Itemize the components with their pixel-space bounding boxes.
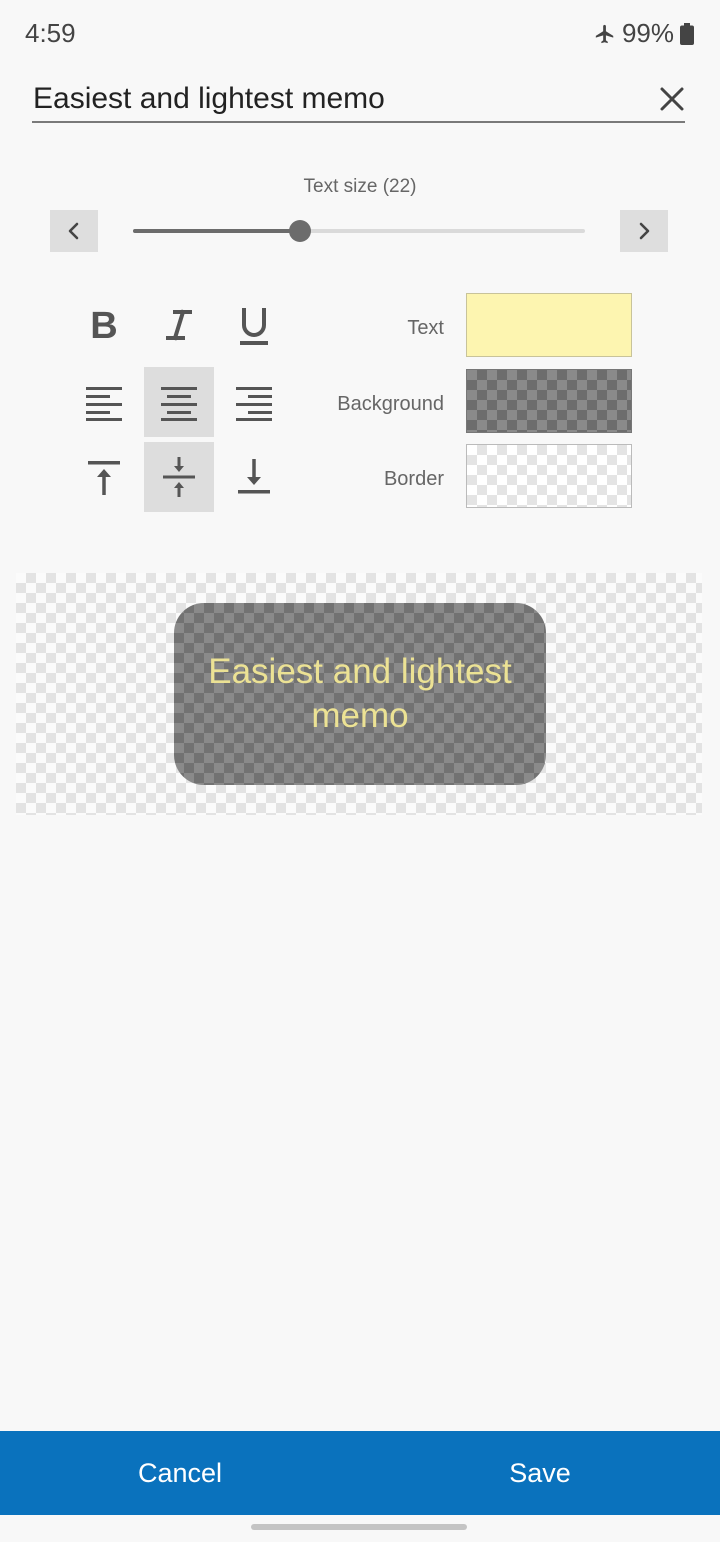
memo-editor-screen: 4:59 99% Text size (22) B bbox=[0, 0, 720, 1542]
text-size-slider-thumb[interactable] bbox=[289, 220, 312, 242]
align-right-icon bbox=[236, 387, 272, 421]
text-size-slider[interactable] bbox=[133, 220, 585, 242]
text-color-label: Text bbox=[407, 317, 444, 339]
border-color-label: Border bbox=[383, 468, 444, 490]
memo-preview-bubble: Easiest and lightest memo bbox=[174, 603, 546, 785]
memo-title-input[interactable] bbox=[33, 80, 613, 118]
bold-button[interactable]: B bbox=[69, 290, 139, 360]
text-size-decrease-button[interactable] bbox=[50, 210, 98, 252]
align-bottom-button[interactable] bbox=[219, 442, 289, 512]
align-middle-button[interactable] bbox=[144, 442, 214, 512]
align-center-icon bbox=[161, 387, 197, 421]
svg-text:B: B bbox=[90, 305, 117, 345]
memo-preview-text: Easiest and lightest memo bbox=[208, 652, 512, 735]
bold-icon: B bbox=[90, 305, 117, 345]
align-left-button[interactable] bbox=[69, 367, 139, 437]
save-button[interactable]: Save bbox=[360, 1431, 720, 1515]
underline-button[interactable] bbox=[219, 290, 289, 360]
memo-preview-area: Easiest and lightest memo bbox=[16, 573, 702, 815]
text-size-increase-button[interactable] bbox=[620, 210, 668, 252]
background-color-label: Background bbox=[337, 393, 444, 415]
airplane-mode-icon bbox=[595, 24, 614, 43]
close-icon[interactable] bbox=[655, 82, 689, 116]
battery-percentage: 99% bbox=[621, 18, 674, 48]
align-middle-icon bbox=[163, 457, 195, 497]
title-input-underline bbox=[32, 121, 685, 123]
status-indicators: 99% bbox=[594, 18, 694, 49]
border-color-swatch[interactable] bbox=[466, 444, 632, 508]
home-indicator[interactable] bbox=[251, 1524, 467, 1530]
text-size-label: Text size (22) bbox=[303, 176, 417, 197]
text-color-swatch[interactable] bbox=[466, 293, 632, 357]
battery-icon bbox=[680, 22, 694, 45]
cancel-button[interactable]: Cancel bbox=[0, 1431, 360, 1515]
chevron-right-icon bbox=[639, 222, 650, 240]
align-center-button[interactable] bbox=[144, 367, 214, 437]
align-bottom-icon bbox=[238, 459, 270, 494]
background-color-swatch[interactable] bbox=[466, 369, 632, 433]
status-time: 4:59 bbox=[25, 18, 76, 48]
text-size-slider-fill bbox=[133, 229, 301, 233]
align-top-button[interactable] bbox=[69, 442, 139, 512]
underline-icon bbox=[240, 308, 268, 345]
italic-button[interactable] bbox=[144, 290, 214, 360]
chevron-left-icon bbox=[68, 222, 79, 240]
bottom-action-bar: Cancel Save bbox=[0, 1431, 720, 1515]
align-top-icon bbox=[88, 461, 120, 495]
italic-icon bbox=[166, 309, 192, 341]
align-right-button[interactable] bbox=[219, 367, 289, 437]
align-left-icon bbox=[86, 387, 122, 421]
